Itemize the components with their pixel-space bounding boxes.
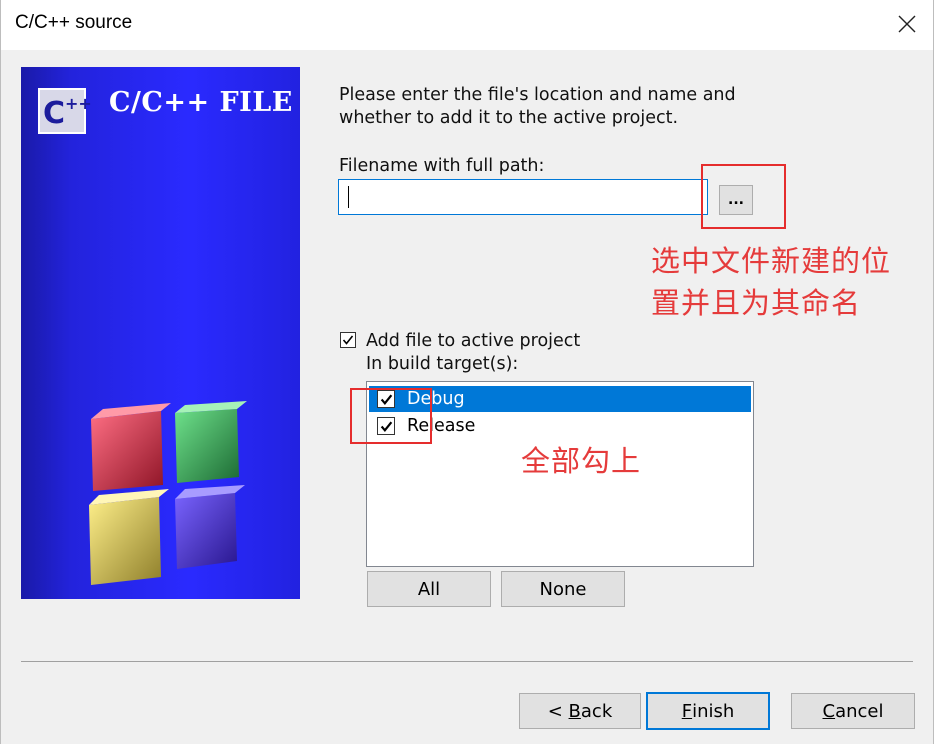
annotation-path-note: 选中文件新建的位 置并且为其命名 [651,244,892,320]
yellow-cube [89,489,169,585]
build-targets-label: In build target(s): [366,354,519,374]
green-cube [175,401,247,483]
add-to-project-checkbox[interactable] [340,332,356,348]
add-to-project-label: Add file to active project [366,331,581,351]
select-none-button[interactable]: None [501,571,625,607]
cancel-mnemonic: C [822,700,836,722]
back-mnemonic: B [568,700,581,722]
dialog-window: C/C++ source C ++ C/C++ FILE Please ente… [0,0,934,744]
wizard-banner: C ++ C/C++ FILE [21,67,300,599]
annotation-check-note: 全部勾上 [521,444,642,478]
cpp-logo: C ++ [38,88,92,134]
select-all-button[interactable]: All [367,571,491,607]
filename-input[interactable] [338,179,708,215]
finish-mnemonic: F [681,700,693,722]
finish-button[interactable]: Finish [646,692,770,730]
back-rest: ack [580,700,613,722]
finish-rest: inish [692,700,735,722]
svg-text:++: ++ [65,94,92,113]
banner-title: C/C++ FILE [109,87,293,118]
close-icon [898,15,916,33]
back-prefix: < [547,700,569,722]
svg-text:C: C [43,96,65,131]
cancel-rest: ancel [835,700,884,722]
red-cube [91,403,171,491]
instruction-text: Please enter the file's location and nam… [339,85,736,128]
text-caret [348,186,349,208]
window-title: C/C++ source [15,12,133,33]
footer-separator [21,661,913,662]
annotation-box-checks [350,388,432,444]
title-bar: C/C++ source [1,0,933,50]
filename-label: Filename with full path: [339,156,545,176]
annotation-box-browse [701,164,786,229]
code-blocks-cubes-icon [89,401,247,585]
back-button[interactable]: < Back [519,693,641,729]
close-button[interactable] [889,6,925,42]
cancel-button[interactable]: Cancel [791,693,915,729]
purple-cube [175,485,245,569]
checkmark-icon [342,335,354,345]
